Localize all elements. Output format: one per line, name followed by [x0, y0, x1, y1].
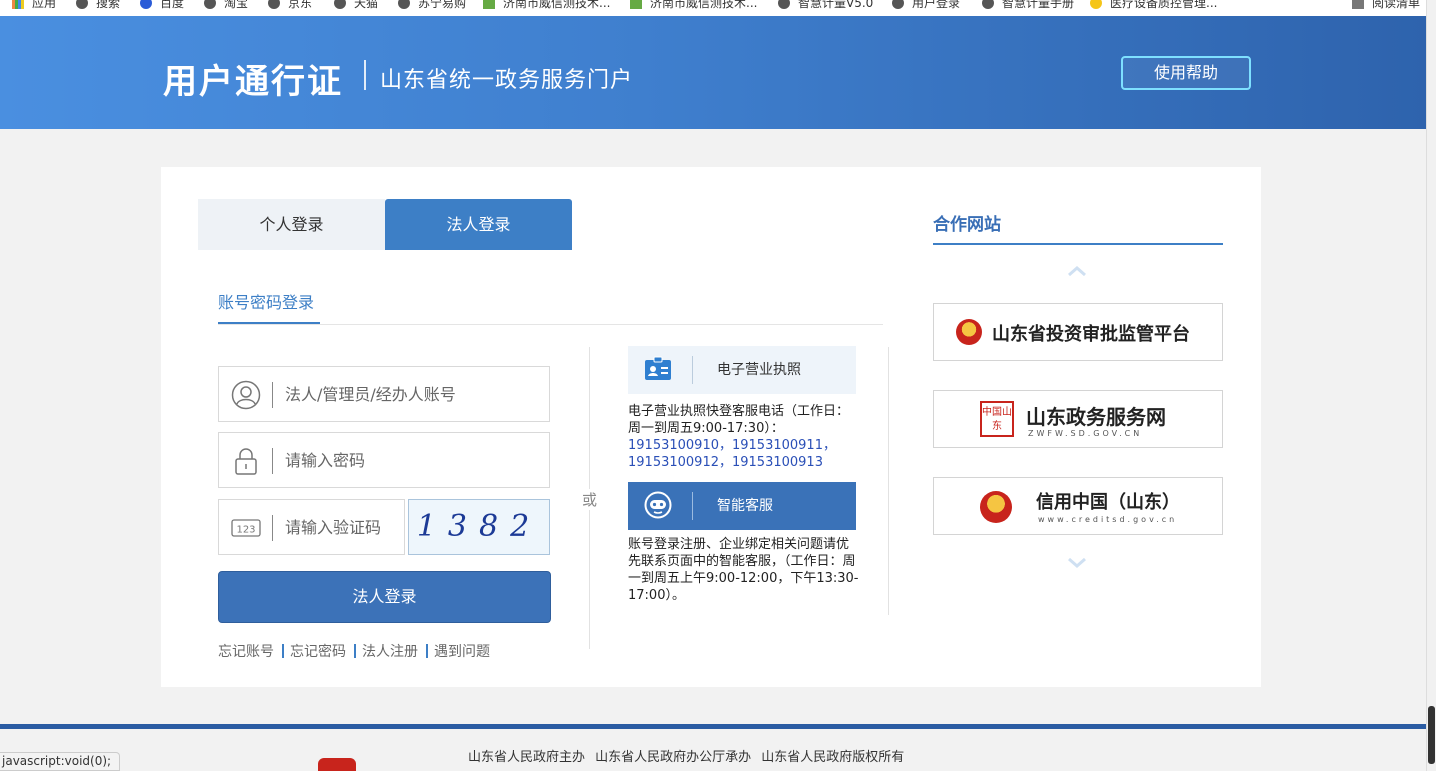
robot-face-icon — [644, 491, 672, 519]
globe-icon — [398, 0, 410, 9]
bookmark-apps[interactable]: 应用 — [12, 0, 56, 11]
or-label: 或 — [581, 489, 599, 510]
partners-title: 合作网站 — [933, 215, 1001, 235]
page-subtitle: 山东省统一政务服务门户 — [380, 68, 634, 93]
bookmark-suning[interactable]: 苏宁易购 — [398, 0, 466, 11]
account-field — [218, 366, 550, 422]
subtab-underline — [218, 322, 320, 324]
page-scrollbar[interactable] — [1426, 0, 1436, 771]
partner-name: 山东政务服务网 — [1026, 405, 1166, 429]
chevron-up-icon[interactable] — [1065, 263, 1089, 279]
captcha-image[interactable]: 1382 — [408, 499, 550, 555]
globe-icon — [204, 0, 216, 9]
legal-login-button[interactable]: 法人登录 — [218, 571, 551, 623]
problems-link[interactable]: 遇到问题 — [434, 641, 490, 661]
bookmark-login[interactable]: 用户登录 — [892, 0, 960, 11]
bookmark-weixin-2[interactable]: 济南市威信测技术... — [630, 0, 757, 11]
password-field — [218, 432, 550, 488]
bookmark-search[interactable]: 搜索 — [76, 0, 120, 11]
help-button[interactable]: 使用帮助 — [1121, 56, 1251, 90]
bookmark-tmall[interactable]: 天猫 — [334, 0, 378, 11]
partner-name: 山东省投资审批监管平台 — [992, 324, 1190, 345]
field-separator — [272, 382, 273, 408]
e-license-info: 电子营业执照快登客服电话（工作日：周一到周五9:00-17:30）： 19153… — [628, 403, 860, 471]
captcha-input[interactable] — [285, 500, 400, 554]
forgot-account-link[interactable]: 忘记账号 — [218, 641, 274, 661]
partner-divider — [888, 347, 889, 615]
national-emblem-icon — [956, 319, 982, 345]
shandong-seal-icon: 中国山东 — [980, 401, 1014, 437]
reading-list-icon — [1352, 0, 1364, 9]
subtab-divider — [218, 324, 883, 325]
scrollbar-thumb[interactable] — [1428, 706, 1435, 764]
bookmark-taobao[interactable]: 淘宝 — [204, 0, 248, 11]
partner-url: ZWFW.SD.GOV.CN — [1028, 429, 1143, 438]
link-separator — [426, 644, 428, 658]
subtab-account-password[interactable]: 账号密码登录 — [218, 289, 314, 313]
globe-icon — [334, 0, 346, 9]
partner-gov-service-net[interactable]: 中国山东 山东政务服务网 ZWFW.SD.GOV.CN — [933, 390, 1223, 448]
smart-service-button[interactable]: 智能客服 — [628, 482, 856, 530]
service-separator — [692, 492, 693, 520]
folder-icon — [1090, 0, 1102, 9]
bookmark-weixin-1[interactable]: 济南市威信测技术... — [483, 0, 610, 11]
forgot-password-link[interactable]: 忘记密码 — [290, 641, 346, 661]
svg-text:123: 123 — [236, 525, 255, 536]
footer-copyright: 山东省人民政府主办 山东省人民政府办公厅承办 山东省人民政府版权所有 — [468, 750, 905, 765]
captcha-123-icon: 123 — [231, 519, 261, 537]
e-license-phones: 19153100910，19153100911，19153100912，1915… — [628, 438, 836, 470]
field-separator — [272, 515, 273, 541]
national-emblem-icon — [980, 491, 1012, 523]
globe-icon — [778, 0, 790, 9]
legal-register-link[interactable]: 法人注册 — [362, 641, 418, 661]
page-title: 用户通行证 — [163, 62, 343, 102]
apps-grid-icon — [12, 0, 24, 9]
browser-status-bar: javascript:void(0); — [0, 752, 121, 771]
chevron-down-icon[interactable] — [1065, 555, 1089, 571]
bookmark-reading-list[interactable]: 阅读清单 — [1352, 0, 1420, 11]
user-icon — [231, 380, 261, 410]
captcha-field: 123 — [218, 499, 405, 555]
bookmark-zhihui[interactable]: 智慧计量V5.0 — [778, 0, 873, 11]
partners-title-underline — [933, 243, 1223, 245]
account-input[interactable] — [285, 367, 535, 421]
site-header: 用户通行证 山东省统一政务服务门户 使用帮助 — [0, 16, 1426, 129]
partner-name: 信用中国（山东） — [1036, 492, 1180, 513]
tab-legal-login[interactable]: 法人登录 — [385, 199, 572, 250]
globe-icon — [892, 0, 904, 9]
service-separator — [692, 356, 693, 384]
globe-icon — [268, 0, 280, 9]
partner-url: www.creditsd.gov.cn — [1038, 515, 1178, 524]
password-input[interactable] — [285, 433, 535, 487]
globe-icon — [76, 0, 88, 9]
partner-investment-platform[interactable]: 山东省投资审批监管平台 — [933, 303, 1223, 361]
field-separator — [272, 448, 273, 474]
e-license-label: 电子营业执照 — [717, 362, 801, 378]
bookmark-manual[interactable]: 智慧计量手册 — [982, 0, 1074, 11]
globe-icon — [982, 0, 994, 9]
bookmarks-bar: 应用 搜索 百度 淘宝 京东 天猫 苏宁易购 济南市威信测技术... 济南市威信… — [0, 0, 1426, 16]
bookmark-baidu[interactable]: 百度 — [140, 0, 184, 11]
doc-icon — [483, 0, 495, 9]
login-links: 忘记账号 忘记密码 法人注册 遇到问题 — [218, 641, 490, 661]
id-card-icon — [645, 356, 671, 380]
smart-service-label: 智能客服 — [717, 498, 773, 514]
link-separator — [354, 644, 356, 658]
title-separator — [364, 60, 366, 90]
e-license-login-button[interactable]: 电子营业执照 — [628, 346, 856, 394]
doc-icon — [630, 0, 642, 9]
lock-icon — [235, 448, 257, 475]
link-separator — [282, 644, 284, 658]
e-license-hours: 电子营业执照快登客服电话（工作日：周一到周五9:00-17:30）： — [628, 404, 850, 436]
footer-emblem-icon — [318, 758, 356, 771]
smart-service-info: 账号登录注册、企业绑定相关问题请优先联系页面中的智能客服，（工作日：周一到周五上… — [628, 537, 859, 603]
baidu-paw-icon — [140, 0, 152, 9]
bookmark-medical[interactable]: 医疗设备质控管理... — [1090, 0, 1217, 11]
bookmark-jd[interactable]: 京东 — [268, 0, 312, 11]
partner-credit-china[interactable]: 信用中国（山东） www.creditsd.gov.cn — [933, 477, 1223, 535]
login-card: 个人登录 法人登录 账号密码登录 123 1382 法人登录 忘记账号 — [161, 167, 1261, 687]
tab-personal-login[interactable]: 个人登录 — [198, 199, 385, 250]
site-footer: 山东省人民政府主办 山东省人民政府办公厅承办 山东省人民政府版权所有 — [0, 729, 1426, 771]
